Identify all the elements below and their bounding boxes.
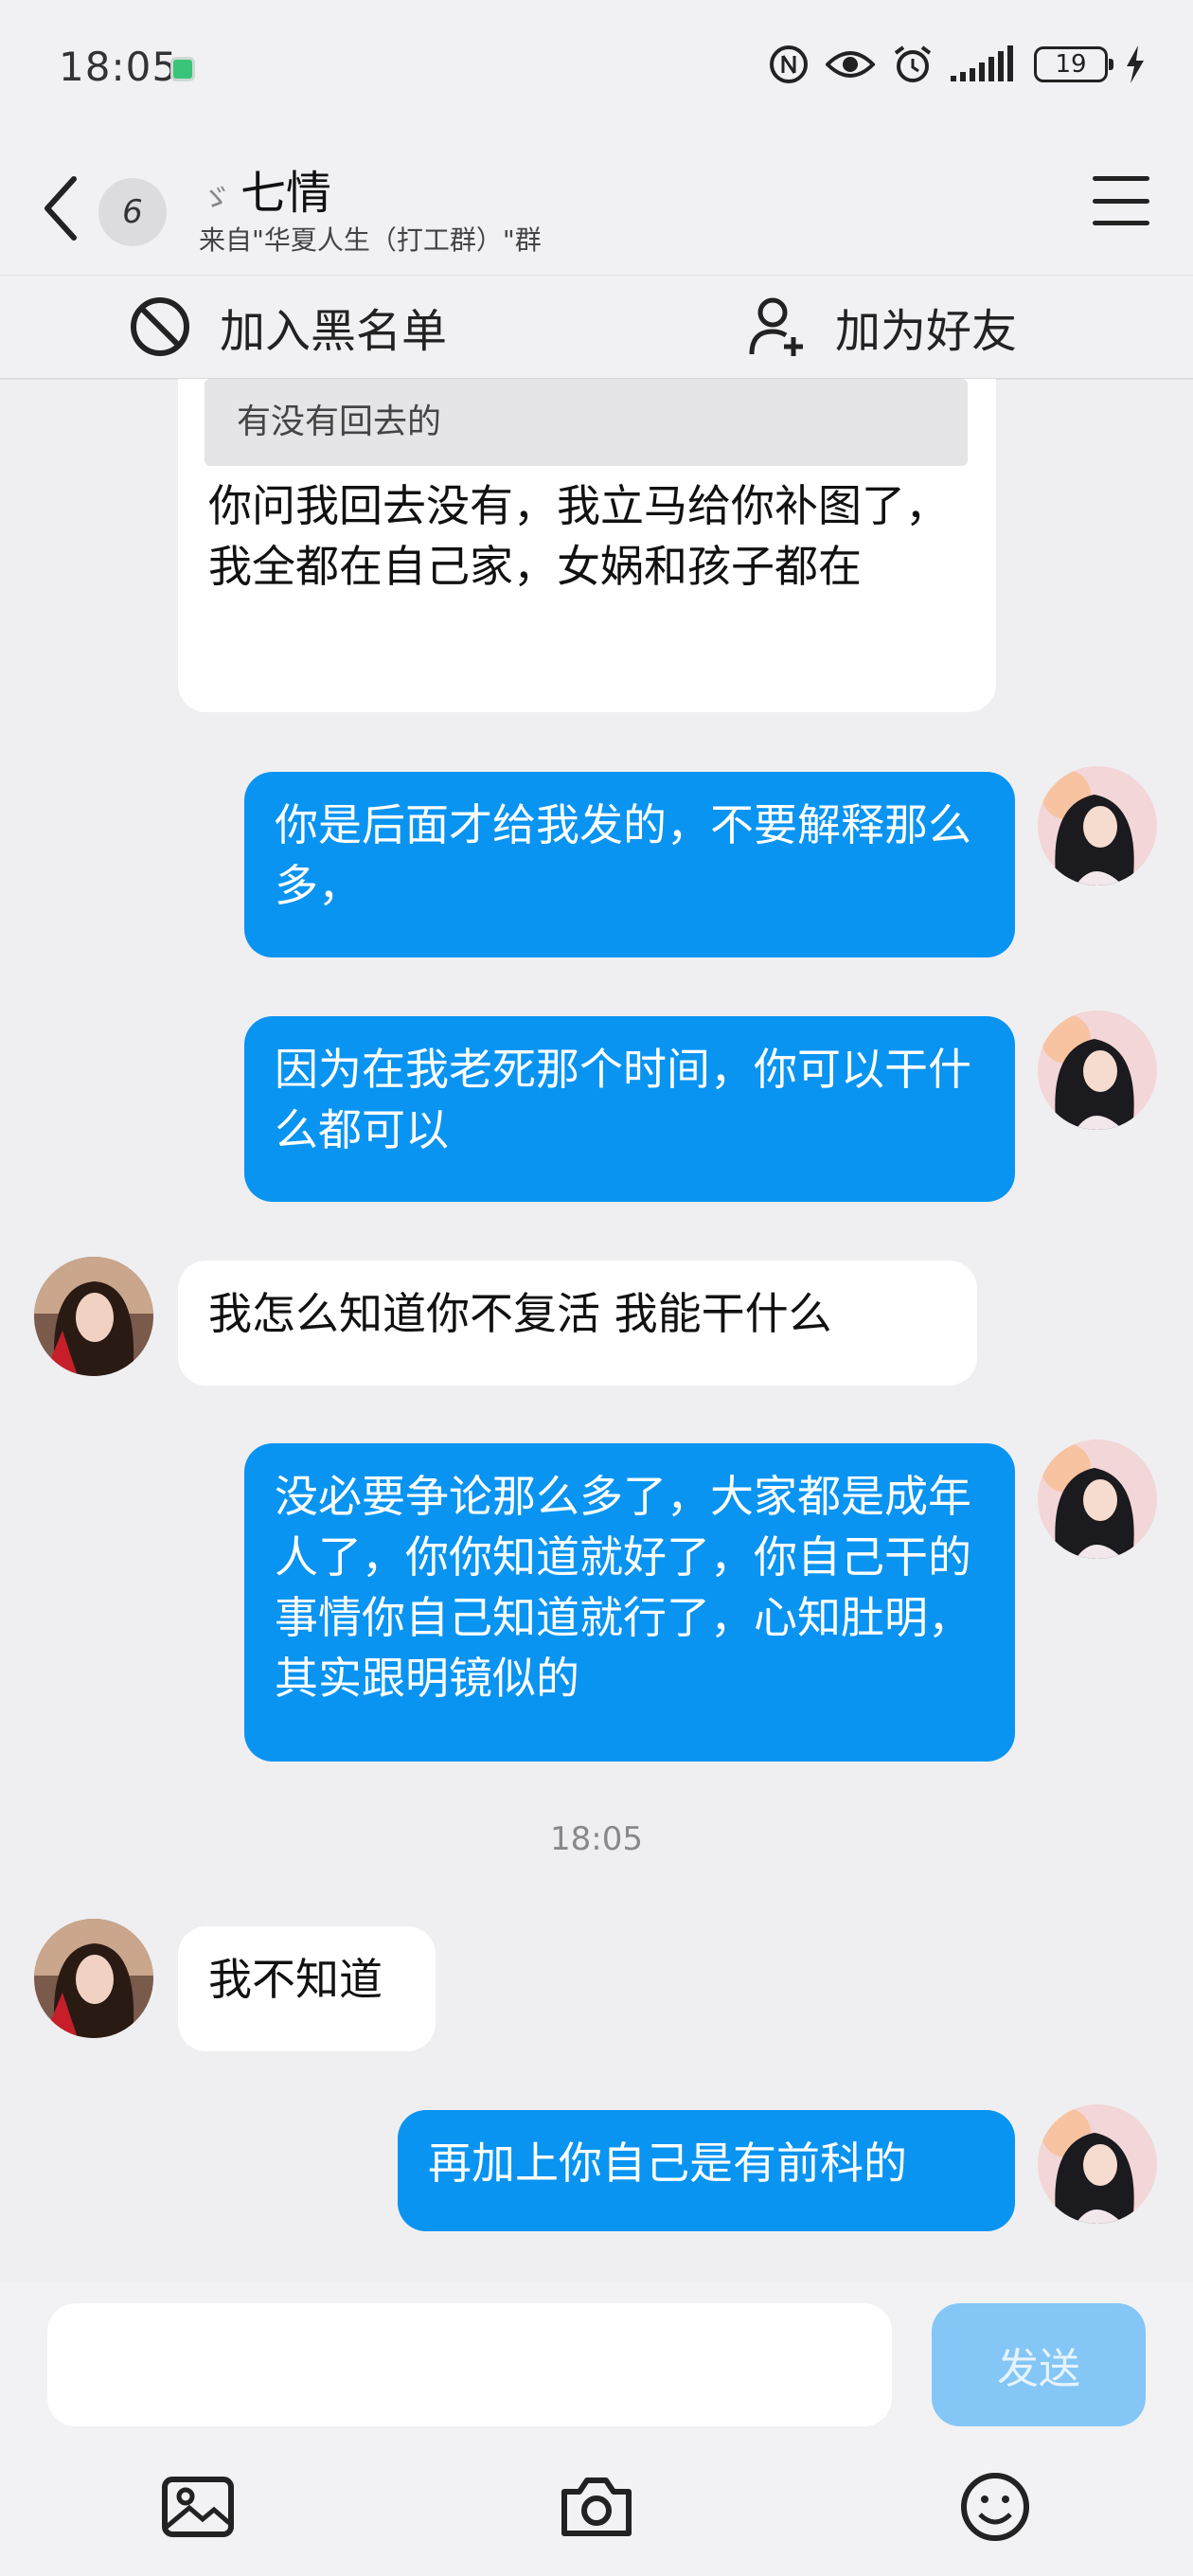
chat-messages[interactable]: 有没有回去的 你问我回去没有，我立马给你补图了，我全都在自己家，女娲和孩子都在 … bbox=[0, 379, 1193, 2282]
eye-icon bbox=[826, 51, 875, 78]
block-button[interactable]: 加入黑名单 bbox=[129, 276, 447, 378]
status-time: 18:05 bbox=[59, 44, 179, 90]
menu-button[interactable] bbox=[1093, 176, 1149, 225]
status-icons: 19 bbox=[769, 44, 1146, 85]
contact-avatar[interactable] bbox=[34, 1919, 153, 2038]
chat-header: 6 ゞ七情 来自"华夏人生（打工群）"群 bbox=[0, 142, 1193, 275]
message-input[interactable] bbox=[47, 2303, 892, 2426]
message-text: 你问我回去没有，我立马给你补图了，我全都在自己家，女娲和孩子都在 bbox=[208, 480, 949, 592]
app-notification-icon bbox=[170, 57, 195, 81]
image-icon bbox=[162, 2477, 234, 2537]
my-message-bubble[interactable]: 再加上你自己是有前科的 bbox=[398, 2110, 1015, 2231]
contact-message-bubble[interactable]: 我不知道 bbox=[178, 1926, 436, 2051]
unread-count-badge[interactable]: 6 bbox=[98, 178, 167, 246]
block-icon bbox=[131, 297, 189, 356]
camera-icon bbox=[561, 2478, 632, 2536]
contact-name-text: 七情 bbox=[240, 167, 332, 220]
quote-reply-bubble[interactable]: 有没有回去的 你问我回去没有，我立马给你补图了，我全都在自己家，女娲和孩子都在 bbox=[178, 379, 996, 712]
camera-button[interactable] bbox=[554, 2464, 639, 2549]
back-icon bbox=[45, 176, 77, 241]
quoted-message[interactable]: 有没有回去的 bbox=[205, 379, 968, 466]
menu-icon bbox=[1093, 176, 1149, 181]
battery-indicator: 19 bbox=[1034, 46, 1113, 82]
my-avatar[interactable] bbox=[1038, 1440, 1157, 1559]
my-message-bubble[interactable]: 因为在我老死那个时间，你可以干什么都可以 bbox=[244, 1016, 1015, 1202]
status-bar: 18:05 19 bbox=[0, 0, 1193, 142]
input-bar: 发送 bbox=[0, 2282, 1193, 2576]
image-button[interactable] bbox=[155, 2464, 240, 2549]
my-avatar[interactable] bbox=[1038, 2104, 1157, 2224]
add-friend-icon bbox=[749, 297, 803, 356]
my-avatar[interactable] bbox=[1038, 766, 1157, 886]
my-avatar[interactable] bbox=[1038, 1011, 1157, 1130]
charging-icon bbox=[1127, 45, 1144, 83]
my-message-bubble[interactable]: 你是后面才给我发的，不要解释那么多， bbox=[244, 772, 1015, 957]
signal-icon bbox=[951, 45, 1013, 81]
contact-name-mark: ゞ bbox=[201, 180, 232, 216]
my-message-bubble[interactable]: 没必要争论那么多了，大家都是成年人了，你你知道就好了，你自己干的事情你自己知道就… bbox=[244, 1443, 1015, 1762]
alarm-icon bbox=[894, 45, 932, 82]
send-button[interactable]: 发送 bbox=[932, 2303, 1146, 2426]
contact-message-bubble[interactable]: 我怎么知道你不复活 我能干什么 bbox=[178, 1261, 977, 1386]
message-timestamp: 18:05 bbox=[550, 1820, 643, 1858]
contact-name[interactable]: ゞ七情 bbox=[201, 155, 331, 222]
nfc-icon bbox=[770, 45, 808, 83]
add-friend-button[interactable]: 加为好友 bbox=[748, 276, 1017, 378]
back-button[interactable] bbox=[42, 170, 83, 246]
block-label: 加入黑名单 bbox=[220, 305, 448, 358]
emoji-button[interactable] bbox=[953, 2464, 1038, 2549]
contact-avatar[interactable] bbox=[34, 1257, 153, 1376]
emoji-icon bbox=[961, 2473, 1029, 2541]
contact-source: 来自"华夏人生（打工群）"群 bbox=[199, 224, 542, 256]
add-friend-label: 加为好友 bbox=[835, 305, 1018, 358]
action-bar: 加入黑名单 加为好友 bbox=[0, 275, 1193, 380]
